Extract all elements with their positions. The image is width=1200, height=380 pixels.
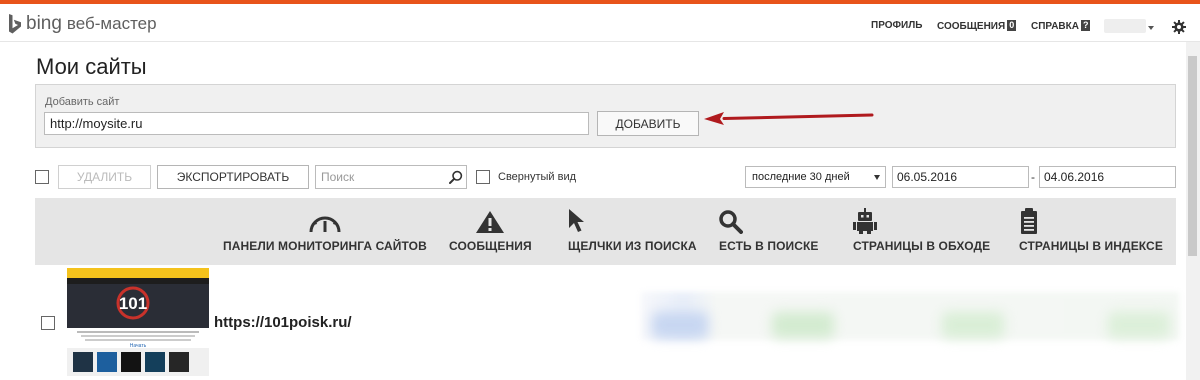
help-icon-badge: ? xyxy=(1080,20,1091,31)
tool-dashboard-label: ПАНЕЛИ МОНИТОРИНГА САЙТОВ xyxy=(223,239,427,253)
period-select-value: последние 30 дней xyxy=(752,171,850,183)
site-url-link[interactable]: https://101poisk.ru/ xyxy=(214,314,352,331)
tool-clicks[interactable]: ЩЕЛЧКИ ИЗ ПОИСКА xyxy=(568,208,697,253)
product-name: веб-мастер xyxy=(66,14,157,33)
nav-messages-label: СООБЩЕНИЯ xyxy=(937,21,1006,32)
cursor-icon xyxy=(568,208,697,234)
magnifier-icon xyxy=(719,208,819,234)
period-select[interactable]: последние 30 дней xyxy=(745,166,886,188)
site-row-checkbox[interactable] xyxy=(41,316,55,330)
nav-help[interactable]: СПРАВКА? xyxy=(1031,20,1091,32)
site-metrics-toolbar: ПАНЕЛИ МОНИТОРИНГА САЙТОВ СООБЩЕНИЯ ЩЕЛЧ… xyxy=(35,198,1176,265)
dropdown-caret-icon xyxy=(874,175,880,180)
search-box xyxy=(315,165,467,189)
user-name-redacted[interactable] xyxy=(1104,19,1146,33)
collapsed-view-checkbox[interactable] xyxy=(476,170,490,184)
bing-logo[interactable]: bing веб-мастер xyxy=(8,13,157,35)
search-input[interactable] xyxy=(316,166,442,188)
export-button[interactable]: ЭКСПОРТИРОВАТЬ xyxy=(157,165,309,189)
document-icon xyxy=(1019,208,1163,234)
scrollbar-thumb[interactable] xyxy=(1188,56,1197,256)
delete-button[interactable]: УДАЛИТЬ xyxy=(58,165,151,189)
bing-logo-icon xyxy=(8,13,22,35)
tool-indexed-label: СТРАНИЦЫ В ИНДЕКСЕ xyxy=(1019,239,1163,253)
thumbnail-logo-text: 101 xyxy=(119,294,147,313)
select-all-checkbox[interactable] xyxy=(35,170,49,184)
gauge-icon xyxy=(307,208,343,234)
redacted-stat-blur xyxy=(652,312,708,338)
tool-dashboard[interactable]: ПАНЕЛИ МОНИТОРИНГА САЙТОВ xyxy=(223,208,427,253)
tool-indexed[interactable]: СТРАНИЦЫ В ИНДЕКСЕ xyxy=(1019,208,1163,253)
date-to-input[interactable] xyxy=(1039,166,1176,188)
nav-profile-label: ПРОФИЛЬ xyxy=(871,20,923,31)
redacted-stat-blur xyxy=(942,312,1004,338)
tool-in-search[interactable]: ЕСТЬ В ПОИСКЕ xyxy=(719,208,819,253)
tool-in-search-label: ЕСТЬ В ПОИСКЕ xyxy=(719,239,819,253)
redacted-stat-blur xyxy=(772,312,834,338)
date-separator: - xyxy=(1031,170,1035,184)
site-thumbnail[interactable]: 101 Начать xyxy=(67,268,209,376)
page-title: Мои сайты xyxy=(36,54,147,79)
brand-name: bing xyxy=(26,13,62,34)
tool-crawled-label: СТРАНИЦЫ В ОБХОДЕ xyxy=(853,239,991,253)
site-stats-redacted xyxy=(641,292,1179,340)
gear-icon[interactable] xyxy=(1172,20,1186,39)
add-site-panel: Добавить сайт ДОБАВИТЬ xyxy=(35,84,1176,148)
robot-icon xyxy=(853,208,990,234)
nav-profile[interactable]: ПРОФИЛЬ xyxy=(871,20,922,31)
nav-help-label: СПРАВКА xyxy=(1031,21,1079,32)
top-bar: bing веб-мастер ПРОФИЛЬ СООБЩЕНИЯ 0 СПРАВ… xyxy=(0,4,1200,42)
redacted-stat-blur xyxy=(1108,312,1170,338)
collapsed-view-label: Свернутый вид xyxy=(498,171,577,183)
red-arrow-annotation xyxy=(702,110,874,131)
tool-crawled[interactable]: СТРАНИЦЫ В ОБХОДЕ xyxy=(853,208,990,253)
tool-clicks-label: ЩЕЛЧКИ ИЗ ПОИСКА xyxy=(568,239,697,253)
messages-count-badge: 0 xyxy=(1007,20,1017,31)
warning-icon xyxy=(475,208,505,234)
add-site-label: Добавить сайт xyxy=(45,96,120,108)
add-site-input[interactable] xyxy=(44,112,589,135)
chevron-down-icon[interactable] xyxy=(1148,26,1154,30)
tool-messages-label: СООБЩЕНИЯ xyxy=(449,239,532,253)
date-from-input[interactable] xyxy=(892,166,1029,188)
tool-messages[interactable]: СООБЩЕНИЯ xyxy=(449,208,532,253)
add-site-button[interactable]: ДОБАВИТЬ xyxy=(597,111,699,136)
page-scrollbar[interactable] xyxy=(1186,42,1200,380)
search-icon[interactable] xyxy=(449,170,463,189)
nav-messages[interactable]: СООБЩЕНИЯ 0 xyxy=(937,20,1017,32)
